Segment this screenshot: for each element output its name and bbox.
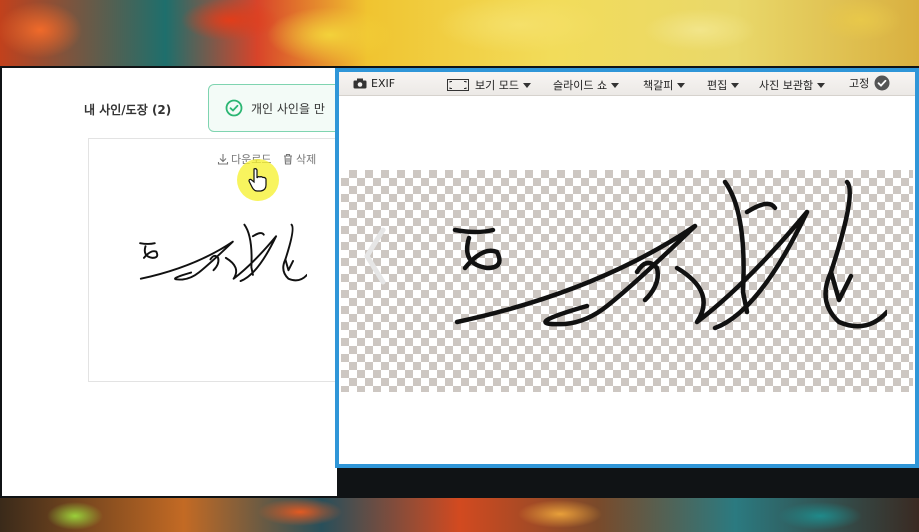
desktop-wallpaper-top — [0, 0, 919, 68]
chevron-down-icon — [677, 82, 686, 88]
success-toast: 개인 사인을 만 — [208, 84, 348, 132]
section-title: 내 사인/도장 (2) — [84, 103, 172, 117]
slideshow-menu[interactable]: 슬라이드 쇼 — [553, 77, 620, 93]
chevron-left-icon[interactable] — [361, 226, 389, 286]
view-mode-icon — [447, 79, 469, 91]
view-mode-menu[interactable]: 보기 모드 — [447, 77, 531, 93]
signature-image — [452, 179, 887, 331]
edit-label: 편집 — [707, 79, 728, 92]
chevron-down-icon — [731, 82, 740, 88]
check-circle-icon — [225, 99, 243, 117]
pin-button[interactable]: 고정 — [849, 75, 890, 91]
edit-menu[interactable]: 편집 — [707, 77, 740, 93]
photo-album-menu[interactable]: 사진 보관함 — [759, 77, 826, 93]
view-mode-label: 보기 모드 — [475, 79, 519, 92]
photo-viewer-window: EXIF 보기 모드 슬라이드 쇼 책갈피 편집 사진 보관함 고정 — [335, 68, 919, 468]
delete-label: 삭제 — [295, 153, 317, 166]
bookmark-menu[interactable]: 책갈피 — [643, 77, 686, 93]
signature-card: 다운로드 삭제 — [88, 138, 348, 382]
pin-label: 고정 — [849, 77, 870, 90]
viewer-toolbar: EXIF 보기 모드 슬라이드 쇼 책갈피 편집 사진 보관함 고정 — [339, 72, 915, 96]
exif-button[interactable]: EXIF — [353, 77, 395, 90]
delete-button[interactable]: 삭제 — [282, 151, 316, 167]
chevron-down-icon — [817, 82, 826, 88]
chevron-down-icon — [522, 82, 531, 88]
desktop-wallpaper-bottom — [0, 498, 919, 532]
camera-icon — [353, 78, 367, 89]
toast-message: 개인 사인을 만 — [251, 102, 325, 116]
bookmark-label: 책갈피 — [643, 79, 674, 92]
chevron-down-icon — [611, 82, 620, 88]
check-badge-icon — [874, 75, 890, 91]
slideshow-label: 슬라이드 쇼 — [553, 79, 608, 92]
signature-page: 내 사인/도장 (2) 개인 사인을 만 다운로드 삭제 — [2, 68, 348, 496]
hand-pointer-icon — [248, 168, 267, 192]
photo-album-label: 사진 보관함 — [759, 79, 814, 92]
exif-label: EXIF — [371, 77, 396, 90]
signature-thumbnail[interactable] — [137, 219, 307, 289]
trash-icon — [283, 153, 292, 165]
download-icon — [217, 154, 229, 165]
